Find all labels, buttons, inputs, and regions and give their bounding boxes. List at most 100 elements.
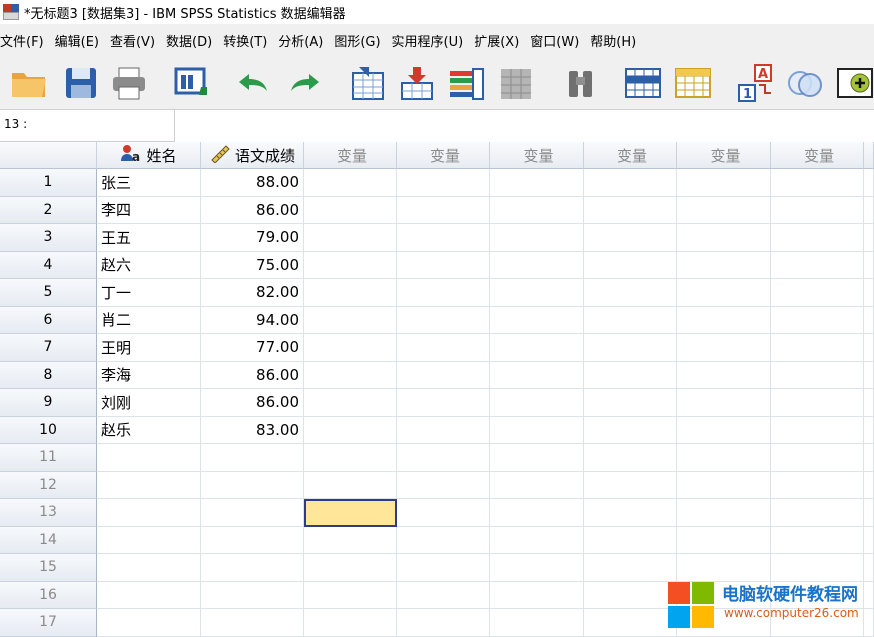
empty-cell[interactable]	[677, 361, 771, 389]
open-folder-icon[interactable]	[8, 62, 50, 104]
row-number[interactable]: 15	[0, 554, 97, 582]
empty-cell[interactable]	[584, 306, 677, 334]
score-cell[interactable]	[201, 471, 304, 499]
empty-cell[interactable]	[304, 279, 397, 307]
empty-cell[interactable]	[304, 609, 397, 637]
name-cell[interactable]: 王明	[97, 334, 201, 362]
name-cell[interactable]	[97, 581, 201, 609]
empty-cell[interactable]	[397, 444, 490, 472]
empty-cell[interactable]	[397, 279, 490, 307]
empty-cell[interactable]	[490, 471, 584, 499]
empty-variable-header[interactable]: 变量	[677, 142, 771, 169]
empty-cell[interactable]	[397, 251, 490, 279]
empty-variable-header[interactable]: 变量	[584, 142, 677, 169]
empty-cell[interactable]	[490, 526, 584, 554]
empty-cell[interactable]	[304, 306, 397, 334]
menu-item[interactable]: 实用程序(U)	[392, 31, 475, 50]
row-number[interactable]: 6	[0, 306, 97, 334]
print-icon[interactable]	[108, 62, 150, 104]
row-number[interactable]: 16	[0, 581, 97, 609]
menu-item[interactable]: 图形(G)	[334, 31, 391, 50]
score-cell[interactable]: 86.00	[201, 389, 304, 417]
empty-cell[interactable]	[771, 416, 864, 444]
empty-cell[interactable]	[304, 389, 397, 417]
row-number[interactable]: 9	[0, 389, 97, 417]
score-cell[interactable]	[201, 444, 304, 472]
empty-cell[interactable]	[771, 444, 864, 472]
empty-cell[interactable]	[677, 251, 771, 279]
name-cell[interactable]: 赵乐	[97, 416, 201, 444]
empty-cell[interactable]	[584, 554, 677, 582]
empty-cell[interactable]	[397, 334, 490, 362]
empty-cell[interactable]	[397, 389, 490, 417]
empty-cell[interactable]	[584, 444, 677, 472]
empty-cell[interactable]	[304, 224, 397, 252]
empty-cell[interactable]	[490, 554, 584, 582]
row-number[interactable]: 4	[0, 251, 97, 279]
value-labels-icon[interactable]: A1	[736, 62, 778, 104]
empty-variable-header[interactable]: 变量	[397, 142, 490, 169]
goto-variable-icon[interactable]	[396, 62, 438, 104]
variable-header[interactable]: 语文成绩	[201, 142, 304, 169]
name-cell[interactable]	[97, 609, 201, 637]
insert-cases-icon[interactable]	[622, 62, 664, 104]
row-number[interactable]: 12	[0, 471, 97, 499]
empty-cell[interactable]	[677, 471, 771, 499]
empty-cell[interactable]	[397, 196, 490, 224]
menu-item[interactable]: 分析(A)	[278, 31, 334, 50]
empty-cell[interactable]	[677, 279, 771, 307]
score-cell[interactable]: 94.00	[201, 306, 304, 334]
empty-cell[interactable]	[304, 554, 397, 582]
empty-cell[interactable]	[771, 169, 864, 197]
menu-item[interactable]: 数据(D)	[166, 31, 223, 50]
empty-cell[interactable]	[397, 361, 490, 389]
empty-cell[interactable]	[304, 444, 397, 472]
score-cell[interactable]	[201, 581, 304, 609]
empty-cell[interactable]	[584, 361, 677, 389]
menu-item[interactable]: 窗口(W)	[530, 31, 590, 50]
empty-cell[interactable]	[397, 609, 490, 637]
empty-cell[interactable]	[771, 499, 864, 527]
empty-cell[interactable]	[677, 334, 771, 362]
empty-cell[interactable]	[490, 306, 584, 334]
empty-cell[interactable]	[490, 444, 584, 472]
score-cell[interactable]: 88.00	[201, 169, 304, 197]
empty-cell[interactable]	[584, 334, 677, 362]
name-cell[interactable]: 赵六	[97, 251, 201, 279]
empty-cell[interactable]	[771, 389, 864, 417]
empty-cell[interactable]	[584, 169, 677, 197]
empty-cell[interactable]	[304, 361, 397, 389]
menu-item[interactable]: 扩展(X)	[474, 31, 530, 50]
empty-cell[interactable]	[304, 169, 397, 197]
empty-cell[interactable]	[490, 581, 584, 609]
empty-cell[interactable]	[304, 416, 397, 444]
empty-cell[interactable]	[771, 471, 864, 499]
empty-cell[interactable]	[304, 526, 397, 554]
empty-cell[interactable]	[304, 251, 397, 279]
grid-corner[interactable]	[0, 142, 97, 169]
empty-cell[interactable]	[677, 444, 771, 472]
name-cell[interactable]	[97, 526, 201, 554]
score-cell[interactable]	[201, 609, 304, 637]
name-cell[interactable]	[97, 444, 201, 472]
name-cell[interactable]: 刘刚	[97, 389, 201, 417]
use-sets-icon[interactable]	[784, 62, 826, 104]
empty-cell[interactable]	[397, 499, 490, 527]
undo-icon[interactable]	[232, 62, 274, 104]
empty-cell[interactable]	[490, 251, 584, 279]
dialog-recall-icon[interactable]	[172, 62, 214, 104]
empty-cell[interactable]	[677, 499, 771, 527]
empty-cell[interactable]	[490, 334, 584, 362]
empty-cell[interactable]	[490, 361, 584, 389]
name-cell[interactable]: 李四	[97, 196, 201, 224]
empty-cell[interactable]	[584, 416, 677, 444]
score-cell[interactable]: 83.00	[201, 416, 304, 444]
row-number[interactable]: 1	[0, 169, 97, 197]
menu-item[interactable]: 帮助(H)	[590, 31, 647, 50]
empty-cell[interactable]	[771, 306, 864, 334]
redo-icon[interactable]	[284, 62, 326, 104]
empty-cell[interactable]	[771, 251, 864, 279]
goto-case-icon[interactable]	[348, 62, 390, 104]
name-cell[interactable]: 张三	[97, 169, 201, 197]
empty-cell[interactable]	[584, 196, 677, 224]
